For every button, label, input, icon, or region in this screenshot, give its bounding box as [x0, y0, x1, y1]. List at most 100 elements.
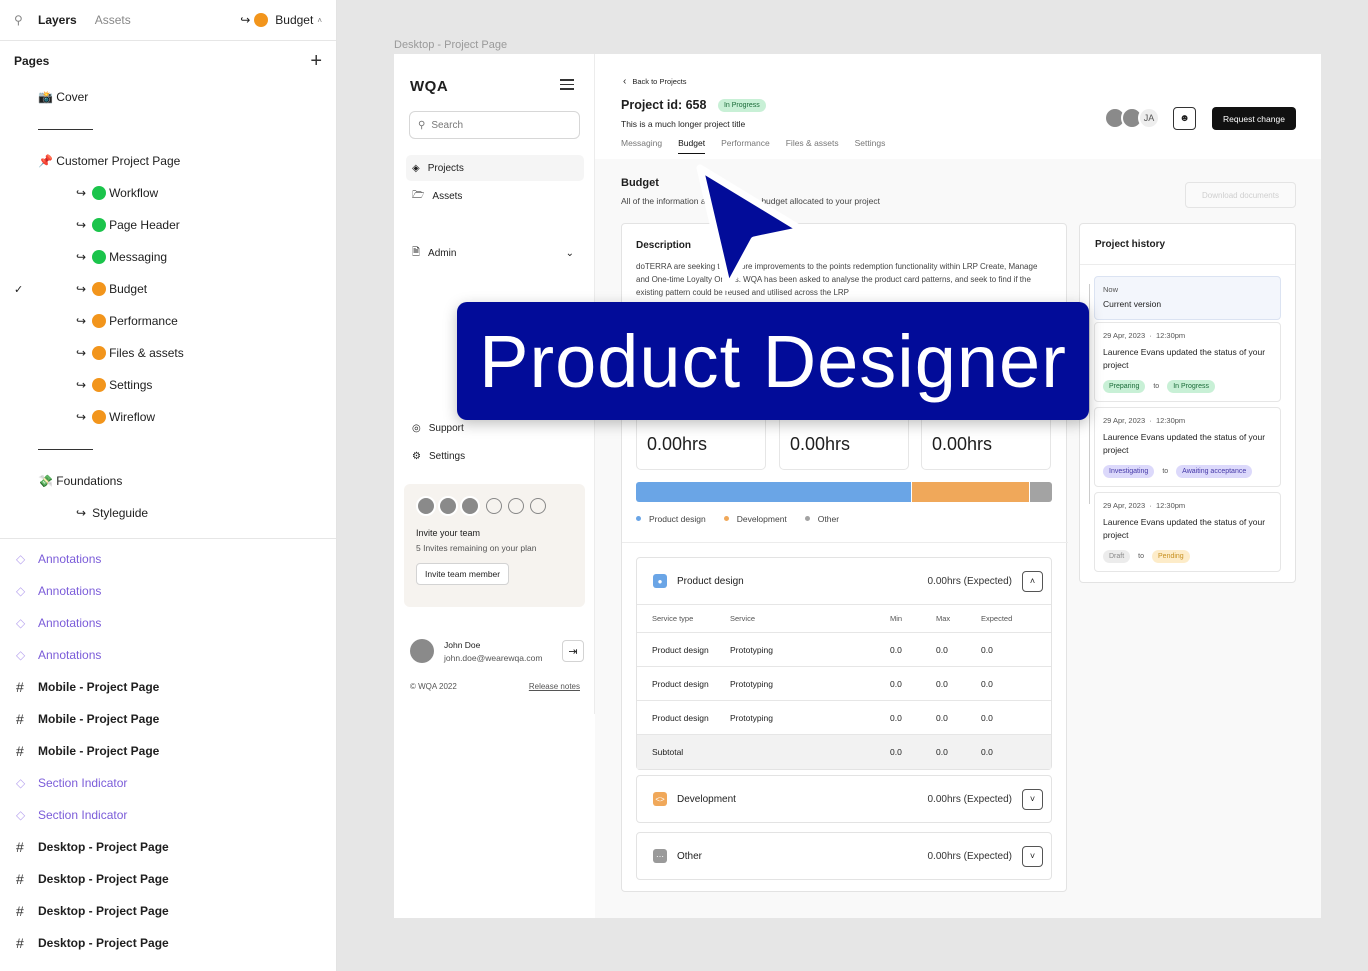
layer-item[interactable]: ◇ Section Indicator: [0, 767, 336, 799]
layer-item[interactable]: # Desktop - Project Page: [0, 927, 336, 959]
page-item[interactable]: 💸 Foundations: [0, 465, 336, 497]
legend-dot-icon: [804, 516, 810, 521]
download-documents-button[interactable]: Download documents: [1185, 182, 1296, 208]
bar-segment: [636, 482, 911, 502]
page-item[interactable]: ↪ Settings: [0, 369, 336, 401]
layer-item[interactable]: # Desktop - Project Page: [0, 831, 336, 863]
back-to-projects-link[interactable]: ‹ Back to Projects: [623, 76, 687, 87]
page-separator[interactable]: [0, 113, 336, 145]
add-user-button[interactable]: ☻: [1173, 107, 1196, 130]
chevron-down-icon[interactable]: ˅: [1022, 788, 1043, 810]
release-notes-link[interactable]: Release notes: [529, 682, 580, 691]
logout-button[interactable]: ⇥: [562, 640, 584, 662]
layer-item-label: Annotations: [38, 584, 102, 598]
invite-team-member-button[interactable]: Invite team member: [416, 563, 510, 585]
page-item[interactable]: 📌 Customer Project Page: [0, 145, 336, 177]
desktop-frame[interactable]: WQA ⚲ Search ◈ Projects 🗁 Assets 🗎 Admin…: [394, 54, 1321, 918]
layer-item[interactable]: # Mobile - Project Page: [0, 671, 336, 703]
frame-icon: #: [16, 871, 24, 887]
bar-segment: [1029, 482, 1052, 502]
separator-line: [38, 128, 93, 130]
avatar-initials: JA: [1138, 107, 1160, 129]
tab-messaging[interactable]: Messaging: [621, 138, 662, 154]
component-instance-icon: ◇: [16, 808, 26, 822]
layer-item[interactable]: # Desktop - Project Page: [0, 863, 336, 895]
search-input[interactable]: ⚲ Search: [409, 111, 580, 139]
request-change-button[interactable]: Request change: [1212, 107, 1296, 130]
table-cell: Product design: [637, 632, 730, 667]
add-page-icon[interactable]: +: [310, 50, 322, 73]
orange-dot-icon: [92, 282, 107, 296]
accordion-development: <> Development 0.00hrs (Expected) ˅: [636, 775, 1052, 823]
layer-item[interactable]: ◇ Section Indicator: [0, 799, 336, 831]
distribution-bar: [636, 482, 1052, 502]
page-link-icon: ↪: [76, 346, 87, 360]
accordion-header[interactable]: ⋯ Other 0.00hrs (Expected) ˅: [637, 833, 1051, 879]
page-item[interactable]: ✓ ↪ Budget: [0, 273, 336, 305]
accordion-header[interactable]: ● Product design 0.00hrs (Expected) ˄: [637, 558, 1051, 604]
logo: WQA: [410, 78, 449, 95]
legend-dot-icon: [636, 516, 641, 521]
layer-item[interactable]: # Mobile - Project Page: [0, 735, 336, 767]
project-members[interactable]: JA: [1104, 107, 1160, 129]
page-item[interactable]: ↪ Page Header: [0, 209, 336, 241]
frame-icon: #: [16, 679, 24, 695]
legend-dot-icon: [723, 516, 729, 521]
tab-layers[interactable]: Layers: [38, 13, 77, 27]
tab-performance[interactable]: Performance: [721, 138, 770, 154]
history-current-version[interactable]: Now Current version: [1094, 276, 1281, 320]
sidebar-item-assets[interactable]: 🗁 Assets: [406, 183, 584, 209]
user-profile[interactable]: John Doe john.doe@wearewqa.com: [410, 639, 542, 663]
sidebar-item-projects[interactable]: ◈ Projects: [406, 155, 584, 181]
menu-icon[interactable]: [560, 76, 574, 93]
to-word: to: [1153, 383, 1160, 390]
layer-item[interactable]: ◇ Annotations: [0, 639, 336, 671]
component-instance-icon: ◇: [16, 584, 26, 598]
table-cell: 0.0: [890, 666, 936, 701]
search-icon[interactable]: ⚲: [14, 13, 28, 27]
separator-line: [38, 448, 93, 450]
project-subtitle: This is a much longer project title: [621, 119, 746, 129]
project-id: Project id: 658: [621, 98, 707, 112]
chevron-up-icon: ˄: [317, 15, 322, 25]
history-entry[interactable]: 29 Apr, 2023 · 12:30pm Laurence Evans upd…: [1094, 322, 1281, 402]
history-entry[interactable]: 29 Apr, 2023 · 12:30pm Laurence Evans upd…: [1094, 492, 1281, 572]
sidebar-item-settings[interactable]: ⚙ Settings: [406, 443, 584, 469]
accordion-header[interactable]: <> Development 0.00hrs (Expected) ˅: [637, 776, 1051, 822]
page-item[interactable]: ↪ Performance: [0, 305, 336, 337]
layer-item-label: Desktop - Project Page: [38, 904, 169, 918]
tab-files-assets[interactable]: Files & assets: [786, 138, 839, 154]
tab-assets[interactable]: Assets: [95, 13, 131, 27]
page-item[interactable]: ↪ Messaging: [0, 241, 336, 273]
table-cell: Prototyping: [730, 666, 890, 701]
canvas[interactable]: Desktop - Project Page WQA ⚲ Search ◈ Pr…: [337, 0, 1368, 971]
layer-item[interactable]: # Desktop - Project Page: [0, 895, 336, 927]
layer-item[interactable]: ◇ Annotations: [0, 575, 336, 607]
stat-value: 0.00hrs: [647, 434, 708, 454]
role-overlay-label: Product Designer: [457, 302, 1089, 420]
current-page-selector[interactable]: ↪ Budget ˄: [240, 13, 322, 27]
history-entry[interactable]: 29 Apr, 2023 · 12:30pm Laurence Evans upd…: [1094, 407, 1281, 487]
layer-item[interactable]: ◇ Annotations: [0, 543, 336, 575]
accordion-title: Development: [677, 793, 736, 805]
tab-budget[interactable]: Budget: [678, 138, 706, 154]
layer-item[interactable]: # Mobile - Project Page: [0, 703, 336, 735]
frame-label[interactable]: Desktop - Project Page: [394, 39, 507, 51]
legend-label: Other: [817, 514, 840, 524]
chevron-down-icon[interactable]: ˅: [1022, 845, 1043, 867]
page-item[interactable]: ↪ Wireflow: [0, 401, 336, 433]
page-item[interactable]: ↪ Styleguide: [0, 497, 336, 529]
page-item[interactable]: ↪ Workflow: [0, 177, 336, 209]
page-item[interactable]: 📸 Cover: [0, 81, 336, 113]
page-item[interactable]: ↪ Files & assets: [0, 337, 336, 369]
tab-settings[interactable]: Settings: [855, 138, 886, 154]
orange-dot-icon: [254, 13, 269, 27]
sidebar-item-admin[interactable]: 🗎 Admin ⌄: [406, 240, 584, 266]
page-item-label: 📌 Customer Project Page: [38, 154, 181, 168]
page-link-icon: ↪: [76, 506, 87, 520]
page-separator[interactable]: [0, 433, 336, 465]
history-message: Laurence Evans updated the status of you…: [1103, 516, 1272, 542]
layer-item[interactable]: ◇ Annotations: [0, 607, 336, 639]
chevron-up-icon[interactable]: ˄: [1022, 570, 1043, 592]
status-change: Draft to Pending: [1103, 550, 1272, 563]
